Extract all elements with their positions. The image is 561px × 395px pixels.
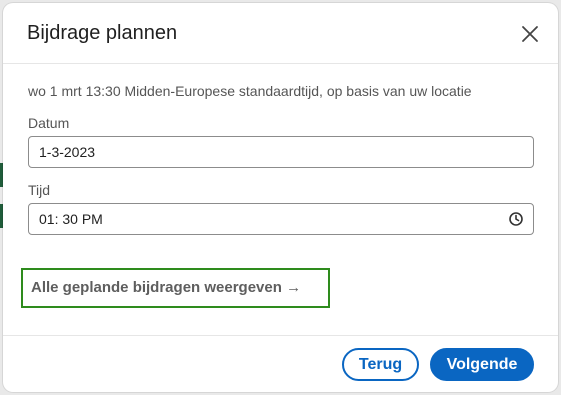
timezone-note: wo 1 mrt 13:30 Midden-Europese standaard… — [28, 83, 472, 99]
schedule-post-dialog: Bijdrage plannen wo 1 mrt 13:30 Midden-E… — [3, 3, 558, 392]
dialog-footer: Terug Volgende — [3, 335, 558, 392]
time-input[interactable]: 01: 30 PM — [28, 203, 534, 235]
date-label: Datum — [28, 115, 70, 131]
date-input[interactable]: 1-3-2023 — [28, 136, 534, 168]
close-button[interactable] — [518, 22, 542, 46]
time-value: 01: 30 PM — [39, 211, 103, 227]
next-button[interactable]: Volgende — [430, 348, 534, 381]
dialog-header: Bijdrage plannen — [3, 3, 558, 64]
time-label: Tijd — [28, 182, 51, 198]
close-icon — [518, 22, 542, 46]
back-button[interactable]: Terug — [342, 348, 419, 381]
dialog-title: Bijdrage plannen — [27, 22, 178, 44]
view-scheduled-posts-link[interactable]: Alle geplande bijdragen weergeven → — [21, 268, 330, 308]
date-value: 1-3-2023 — [39, 144, 96, 160]
clock-icon[interactable] — [508, 211, 524, 227]
